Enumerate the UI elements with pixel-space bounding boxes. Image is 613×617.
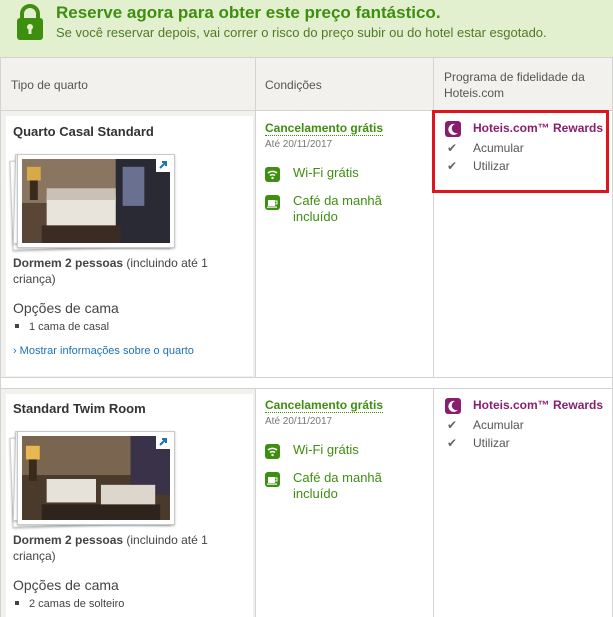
cancellation-deadline: Até 20/11/2017	[265, 139, 333, 150]
room-photo-gallery[interactable]	[9, 153, 176, 254]
rewards-label: Hoteis.com™ Rewards	[473, 398, 604, 412]
occupancy-count: Dormem 2 pessoas	[13, 256, 124, 270]
wifi-icon	[265, 167, 280, 182]
check-icon: ✔	[447, 436, 458, 450]
room-photo[interactable]	[17, 431, 175, 525]
bed-options-title: Opções de cama	[13, 300, 119, 316]
amenity-breakfast-label: Café da manhã incluído	[293, 193, 382, 224]
cancellation-deadline: Até 20/11/2017	[265, 416, 333, 427]
bed-options-title: Opções de cama	[13, 577, 119, 593]
amenity-breakfast-label: Café da manhã incluído	[293, 470, 382, 501]
column-divider	[255, 57, 256, 617]
amenity-wifi-label: Wi-Fi grátis	[293, 165, 359, 180]
rewards-moon-icon	[445, 398, 461, 414]
amenity-wifi-label: Wi-Fi grátis	[293, 442, 359, 457]
header-conditions: Condições	[265, 78, 322, 92]
room-name: Standard Twim Room	[13, 401, 146, 416]
expand-icon[interactable]	[156, 158, 170, 172]
occupancy-count: Dormem 2 pessoas	[13, 533, 124, 547]
room-photo-image	[22, 436, 170, 520]
rewards-collect: ✔ Acumular	[447, 418, 524, 432]
wifi-icon	[265, 444, 280, 459]
chevron-right-icon: ›	[13, 345, 17, 357]
free-cancellation-link[interactable]: Cancelamento grátis	[265, 398, 384, 413]
room-photo-gallery[interactable]	[9, 430, 176, 531]
room-photo[interactable]	[17, 154, 175, 248]
bullet-icon	[15, 601, 19, 606]
free-cancellation-link[interactable]: Cancelamento grátis	[265, 121, 384, 136]
lock-icon	[17, 4, 43, 40]
header-loyalty: Programa de fidelidade da Hoteis.com	[444, 70, 585, 100]
coffee-icon	[265, 195, 280, 210]
bed-option-item: 1 cama de casal	[15, 321, 109, 333]
header-room-type: Tipo de quarto	[11, 78, 88, 92]
bullet-icon	[15, 324, 19, 329]
table-header: Tipo de quarto Condições Programa de fid…	[1, 57, 612, 111]
expand-icon[interactable]	[156, 435, 170, 449]
check-icon: ✔	[447, 418, 458, 432]
banner-subtitle: Se você reservar depois, vai correr o ri…	[56, 25, 547, 40]
occupancy-info: Dormem 2 pessoas (incluindo até 1 crianç…	[13, 532, 245, 564]
rewards-redeem: ✔ Utilizar	[447, 436, 510, 450]
rewards-highlight-box	[432, 110, 609, 193]
room-name: Quarto Casal Standard	[13, 124, 154, 139]
coffee-icon	[265, 472, 280, 487]
price-banner: Reserve agora para obter este preço fant…	[0, 0, 613, 60]
banner-title: Reserve agora para obter este preço fant…	[56, 3, 441, 22]
room-photo-image	[22, 159, 170, 243]
bed-option-item: 2 camas de solteiro	[15, 598, 124, 610]
occupancy-info: Dormem 2 pessoas (incluindo até 1 crianç…	[13, 255, 245, 287]
show-room-info-link[interactable]: › Mostrar informações sobre o quarto	[13, 345, 194, 357]
